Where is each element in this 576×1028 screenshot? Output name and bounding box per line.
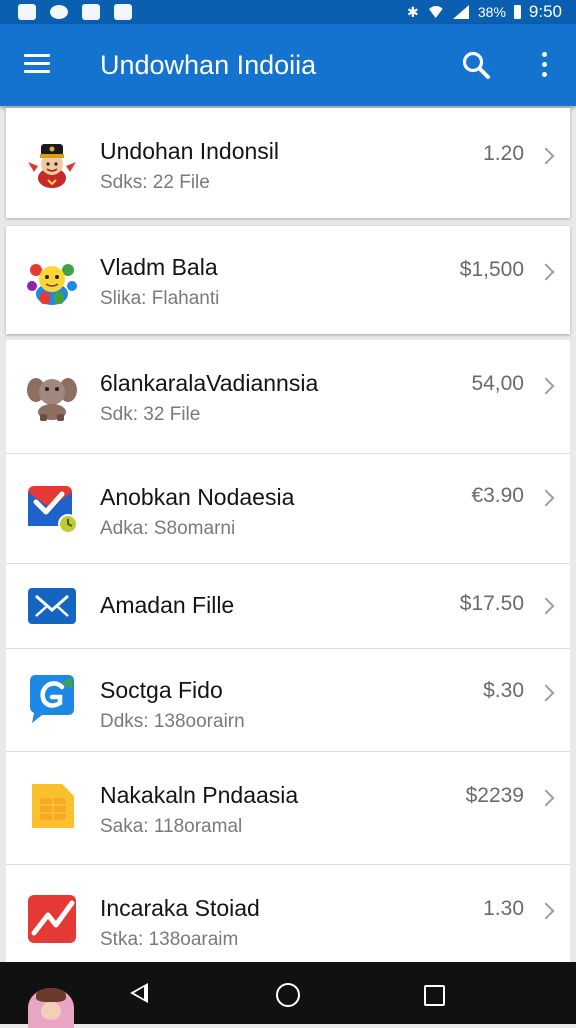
- back-icon[interactable]: [130, 983, 148, 1003]
- home-icon[interactable]: [276, 983, 300, 1007]
- list-item[interactable]: 6lankaralaVadiannsia Sdk: 32 File 54,00: [6, 340, 570, 454]
- search-icon[interactable]: [461, 50, 491, 80]
- item-title: Incaraka Stoiad: [100, 895, 260, 921]
- app-notification-icon: [82, 4, 100, 20]
- item-price: $17.50: [459, 592, 524, 615]
- chevron-right-icon: [537, 377, 555, 395]
- item-subtitle: Stka: 138oaraim: [100, 929, 239, 950]
- status-bar: ✱ 38% 9:50: [0, 0, 576, 24]
- recent-apps-icon[interactable]: [424, 985, 445, 1006]
- signal-icon: [452, 5, 469, 19]
- download-notification-icon: [114, 4, 132, 20]
- list-item[interactable]: Anobkan Nodaesia Adka: S8omarni €3.90: [6, 454, 570, 564]
- item-price: $2239: [465, 784, 524, 807]
- list-item[interactable]: Soctga Fido Ddks: 138oorairn $.30: [6, 649, 570, 752]
- chevron-right-icon: [537, 684, 555, 702]
- item-price: 1.30: [483, 897, 524, 920]
- chevron-right-icon: [537, 789, 555, 807]
- chevron-right-icon: [537, 489, 555, 507]
- item-price: €3.90: [471, 484, 524, 507]
- hamburger-menu-icon[interactable]: [24, 54, 50, 74]
- overflow-menu-icon[interactable]: [538, 50, 550, 80]
- item-title: Undohan Indonsil: [100, 138, 280, 164]
- cloud-notification-icon: [50, 5, 68, 19]
- item-title: Anobkan Nodaesia: [100, 484, 295, 510]
- sim-card-icon: [32, 784, 74, 828]
- royal-mascot-icon: [28, 144, 76, 188]
- list-item[interactable]: Undohan Indonsil Sdks: 22 File 1.20: [6, 108, 570, 218]
- item-price: $.30: [483, 679, 524, 702]
- chevron-right-icon: [537, 902, 555, 920]
- chevron-right-icon: [537, 147, 555, 165]
- battery-percent: 38%: [476, 4, 506, 20]
- clock: 9:50: [528, 2, 562, 21]
- bluetooth-icon: ✱: [406, 3, 419, 20]
- avatar: [28, 988, 74, 1028]
- list-item[interactable]: Nakakaln Pndaasia Saka: 118oramal $2239: [6, 752, 570, 865]
- chevron-right-icon: [537, 263, 555, 281]
- app-bar: Undowhan Indoiia: [0, 24, 576, 106]
- colorful-creature-icon: [27, 264, 77, 305]
- item-subtitle: Sdks: 22 File: [100, 172, 210, 193]
- mail-check-icon: [28, 486, 78, 534]
- elephant-icon: [27, 378, 77, 421]
- list-item[interactable]: Incaraka Stoiad Stka: 138oaraim 1.30: [6, 865, 570, 962]
- red-tick-icon: [28, 895, 76, 943]
- item-price: $1,500: [459, 258, 524, 281]
- item-title: Amadan Fille: [100, 592, 235, 618]
- app-title: Undowhan Indoiia: [100, 50, 317, 80]
- item-title: 6lankaralaVadiannsia: [100, 370, 319, 396]
- item-subtitle: Adka: S8omarni: [100, 518, 236, 539]
- item-title: Vladm Bala: [100, 254, 218, 280]
- navigation-bar: [0, 962, 576, 1028]
- item-subtitle: Sdk: 32 File: [100, 404, 201, 425]
- wifi-icon: [426, 6, 445, 18]
- list-item[interactable]: Vladm Bala Slika: Flahanti $1,500: [6, 226, 570, 334]
- gallery-notification-icon: [18, 4, 36, 20]
- item-subtitle: Ddks: 138oorairn: [100, 711, 245, 732]
- battery-icon: [513, 5, 521, 19]
- g-bubble-icon: [30, 675, 74, 723]
- item-price: 1.20: [483, 142, 524, 165]
- item-subtitle: Slika: Flahanti: [100, 288, 220, 309]
- item-title: Soctga Fido: [100, 677, 223, 703]
- list-item[interactable]: Amadan Fille $17.50: [6, 564, 570, 649]
- item-title: Nakakaln Pndaasia: [100, 782, 299, 808]
- item-subtitle: Saka: 118oramal: [100, 816, 243, 837]
- envelope-icon: [28, 588, 76, 624]
- item-price: 54,00: [471, 372, 524, 395]
- chevron-right-icon: [537, 597, 555, 615]
